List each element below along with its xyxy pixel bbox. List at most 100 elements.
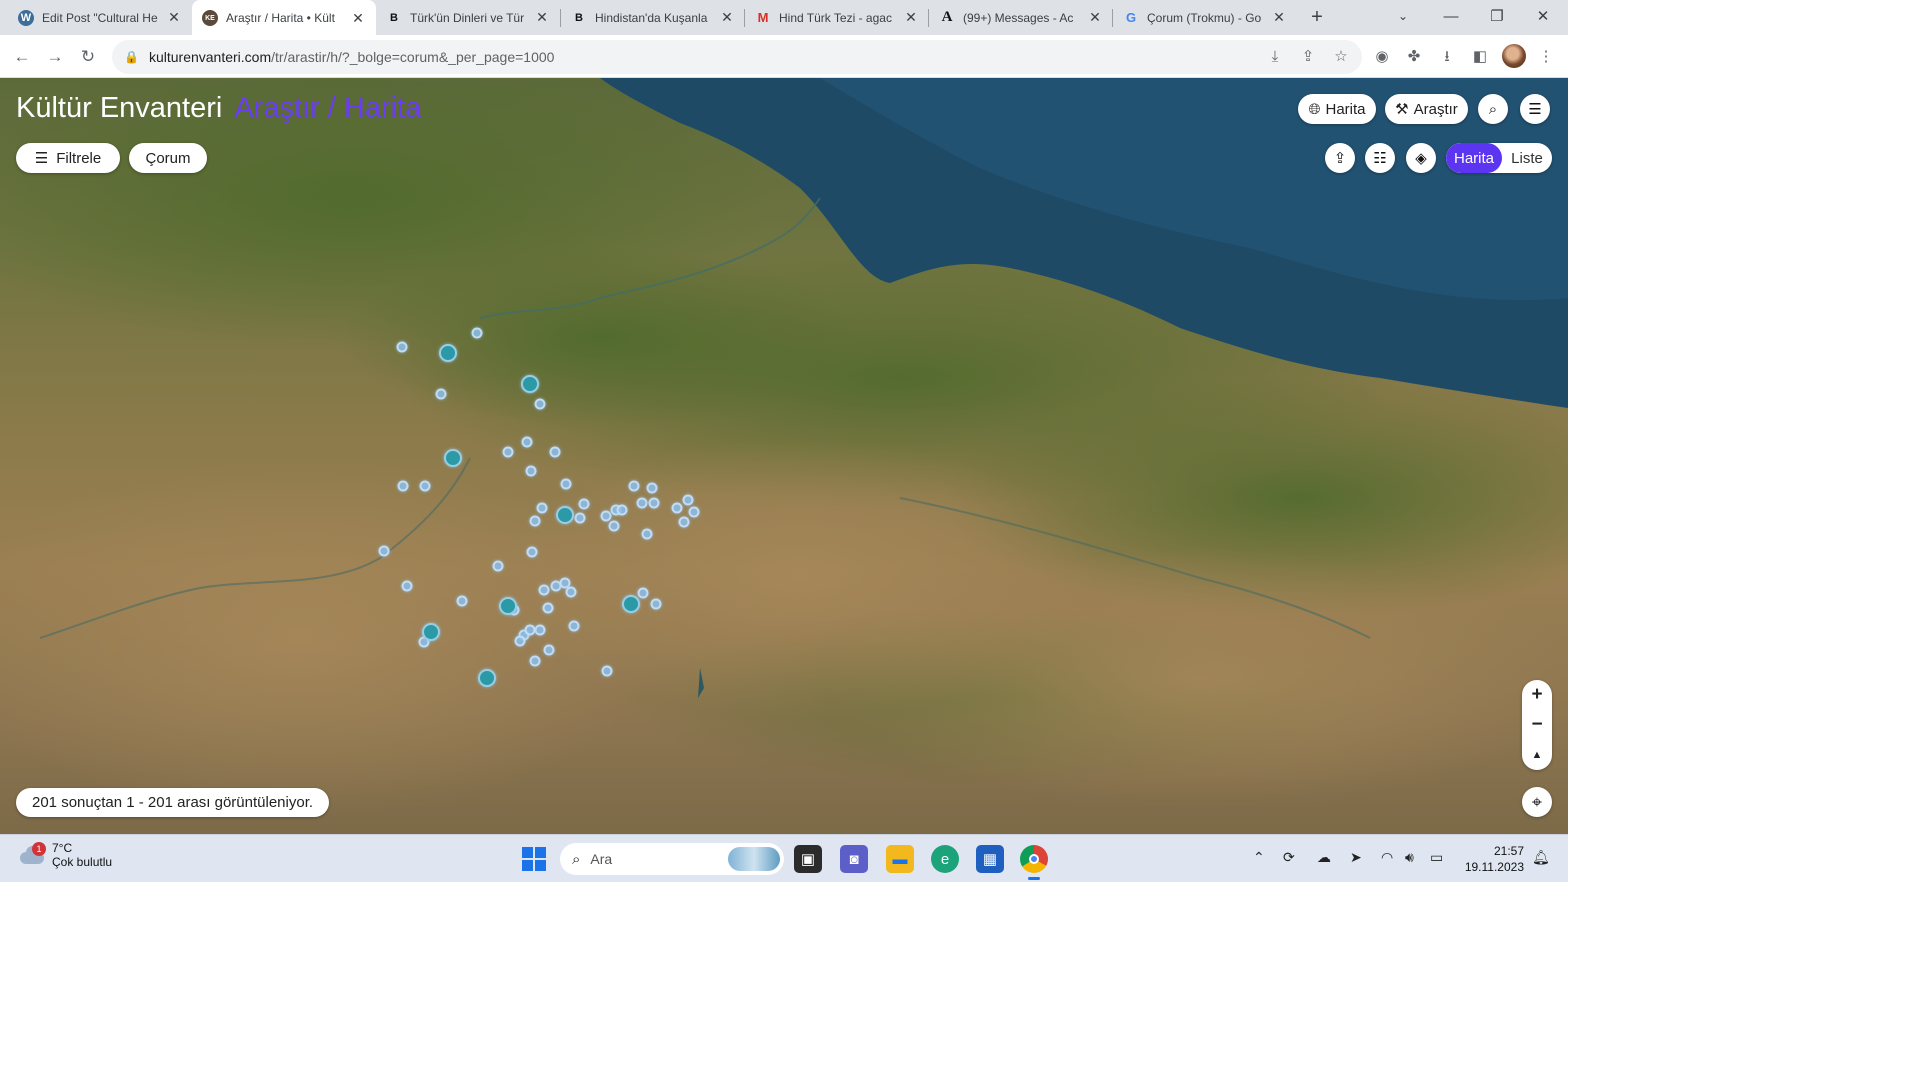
filter-button[interactable]: ☰ Filtrele [16, 143, 120, 173]
map-nav-button[interactable]: 🌐︎ Harita [1298, 94, 1376, 124]
tab-search-icon[interactable]: ⌄ [1380, 0, 1426, 35]
list-button[interactable]: ☷ [1365, 143, 1395, 173]
export-button[interactable]: ⇪ [1325, 143, 1355, 173]
map-marker[interactable] [397, 480, 409, 492]
map-marker[interactable] [422, 623, 440, 641]
volume-icon[interactable]: 🔊︎ [1405, 849, 1414, 866]
weather-widget[interactable]: 1 7°C Çok bulutlu [18, 841, 112, 869]
map-marker[interactable] [622, 595, 640, 613]
side-panel-icon[interactable]: ◧ [1469, 46, 1491, 68]
map-marker[interactable] [514, 635, 526, 647]
tab-turkun-dinleri[interactable]: B Türk'ün Dinleri ve Tür ✕ [376, 0, 560, 35]
map-marker[interactable] [538, 584, 550, 596]
tab-hindistan[interactable]: B Hindistan'da Kuşanla ✕ [561, 0, 745, 35]
map-marker[interactable] [435, 388, 447, 400]
profile-avatar[interactable] [1502, 44, 1526, 68]
maximize-button[interactable]: ❐ [1474, 0, 1520, 35]
map-marker[interactable] [401, 580, 413, 592]
close-icon[interactable]: ✕ [166, 9, 182, 26]
bookmark-star-icon[interactable]: ☆ [1330, 46, 1352, 68]
start-button[interactable] [522, 847, 546, 871]
close-icon[interactable]: ✕ [1271, 9, 1287, 26]
compass-button[interactable]: ▲ [1522, 740, 1552, 770]
location-icon[interactable]: ➤ [1350, 849, 1362, 866]
geolocate-button[interactable]: ⌖ [1522, 787, 1552, 817]
map-marker[interactable] [521, 436, 533, 448]
map-view[interactable]: Kültür Envanteri Araştır / Harita 🌐︎ Harit… [0, 78, 1568, 834]
sync-icon[interactable]: ⟳ [1283, 849, 1295, 866]
tab-gmail[interactable]: M Hind Türk Tezi - agac ✕ [745, 0, 929, 35]
map-marker[interactable] [568, 620, 580, 632]
share-icon[interactable]: ⇪ [1297, 46, 1319, 68]
layers-button[interactable]: ◈ [1406, 143, 1436, 173]
map-marker[interactable] [525, 465, 537, 477]
map-marker[interactable] [601, 665, 613, 677]
extensions-puzzle-icon[interactable]: ✤ [1403, 46, 1425, 68]
map-marker[interactable] [682, 494, 694, 506]
forward-button[interactable]: → [43, 45, 67, 69]
map-marker[interactable] [471, 327, 483, 339]
map-marker[interactable] [600, 510, 612, 522]
battery-icon[interactable]: ▭ [1430, 849, 1443, 866]
cloud-off-icon[interactable]: ☁ [1317, 849, 1331, 866]
map-marker[interactable] [678, 516, 690, 528]
extension-circle-icon[interactable]: ◉ [1371, 46, 1393, 68]
minimize-button[interactable]: — [1428, 0, 1474, 35]
map-marker[interactable] [478, 669, 496, 687]
map-marker[interactable] [671, 502, 683, 514]
close-window-button[interactable]: ✕ [1520, 0, 1566, 35]
map-marker[interactable] [542, 602, 554, 614]
map-marker[interactable] [492, 560, 504, 572]
map-marker[interactable] [444, 449, 462, 467]
file-explorer-icon[interactable]: ▬ [886, 845, 914, 873]
map-marker[interactable] [560, 478, 572, 490]
map-marker[interactable] [396, 341, 408, 353]
section-title[interactable]: Araştır / Harita [234, 92, 421, 124]
zoom-in-button[interactable]: + [1522, 680, 1552, 710]
map-marker[interactable] [608, 520, 620, 532]
map-marker[interactable] [646, 482, 658, 494]
tab-messages[interactable]: A (99+) Messages - Ac ✕ [929, 0, 1113, 35]
map-marker[interactable] [641, 528, 653, 540]
map-marker[interactable] [648, 497, 660, 509]
tab-kulturenvanteri[interactable]: KE Araştır / Harita • Kült ✕ [192, 0, 376, 36]
close-icon[interactable]: ✕ [1087, 9, 1103, 26]
map-marker[interactable] [543, 644, 555, 656]
chevron-up-icon[interactable]: ⌃ [1253, 849, 1265, 866]
map-marker[interactable] [526, 546, 538, 558]
install-app-icon[interactable]: ⤓ [1264, 46, 1286, 68]
map-marker[interactable] [549, 446, 561, 458]
wifi-icon[interactable]: ◠ [1381, 849, 1393, 866]
back-button[interactable]: ← [10, 45, 34, 69]
map-marker[interactable] [556, 506, 574, 524]
map-marker[interactable] [637, 587, 649, 599]
map-marker[interactable] [524, 624, 536, 636]
system-clock[interactable]: 21:57 19.11.2023 [1462, 843, 1524, 875]
address-bar[interactable]: 🔒 kulturenvanteri.com/tr/arastir/h/?_bol… [112, 40, 1362, 74]
map-marker[interactable] [378, 545, 390, 557]
tab-wordpress[interactable]: W Edit Post "Cultural He ✕ [8, 0, 192, 35]
map-marker[interactable] [536, 502, 548, 514]
map-marker[interactable] [636, 497, 648, 509]
view-map-tab[interactable]: Harita [1446, 143, 1502, 173]
map-marker[interactable] [616, 504, 628, 516]
map-marker[interactable] [529, 655, 541, 667]
map-marker[interactable] [650, 598, 662, 610]
brand-title[interactable]: Kültür Envanteri [16, 92, 222, 124]
downloads-icon[interactable]: ⭳ [1436, 46, 1458, 68]
region-chip[interactable]: Çorum [129, 143, 207, 173]
map-marker[interactable] [502, 446, 514, 458]
map-marker[interactable] [419, 480, 431, 492]
map-marker[interactable] [529, 515, 541, 527]
close-icon[interactable]: ✕ [534, 9, 550, 26]
new-tab-button[interactable]: + [1306, 6, 1328, 28]
edge-icon[interactable]: e [931, 845, 959, 873]
close-icon[interactable]: ✕ [903, 9, 919, 26]
zoom-out-button[interactable]: − [1522, 710, 1552, 740]
map-marker[interactable] [521, 375, 539, 393]
map-marker[interactable] [688, 506, 700, 518]
menu-kebab-icon[interactable]: ⋮ [1535, 46, 1557, 68]
map-marker[interactable] [565, 586, 577, 598]
teams-icon[interactable]: ◙ [840, 845, 868, 873]
map-marker[interactable] [456, 595, 468, 607]
